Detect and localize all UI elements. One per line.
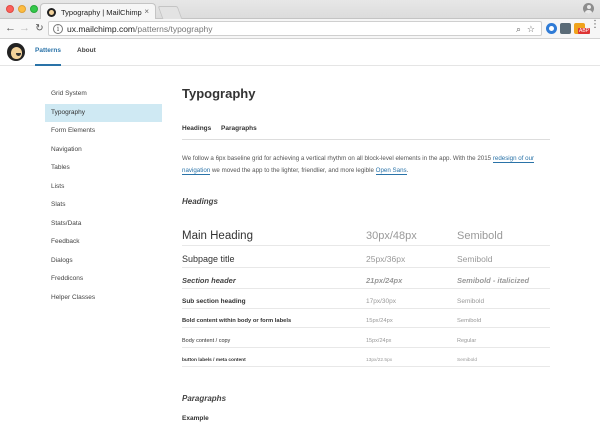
sidebar-item-freddicons[interactable]: Freddicons xyxy=(45,270,162,289)
sidebar-item-feedback[interactable]: Feedback xyxy=(45,233,162,252)
intro-text: we moved the app to the lighter, friendl… xyxy=(210,166,376,174)
back-arrow-icon[interactable]: ← xyxy=(4,22,17,35)
style-name: Subpage title xyxy=(182,254,235,264)
content-tabs: Headings Paragraphs xyxy=(182,125,550,140)
extension-icon[interactable] xyxy=(560,23,571,34)
sidebar: Grid System Typography Form Elements Nav… xyxy=(45,85,162,307)
style-size: 13px/22.5px xyxy=(366,358,393,363)
sidebar-item-typography[interactable]: Typography xyxy=(45,103,162,122)
style-name: button labels / meta content xyxy=(182,358,246,363)
table-row: button labels / meta content 13px/22.5px… xyxy=(182,348,550,367)
extension-icon[interactable] xyxy=(546,23,557,34)
close-tab-icon[interactable]: × xyxy=(144,8,149,16)
url-text[interactable]: ux.mailchimp.com/patterns/typography xyxy=(67,23,213,35)
style-weight: Regular xyxy=(457,338,477,344)
nav-patterns[interactable]: Patterns xyxy=(35,40,62,66)
site-header: Patterns About xyxy=(0,40,600,66)
style-size: 21px/24px xyxy=(366,276,403,285)
forward-arrow-icon[interactable]: → xyxy=(18,22,31,35)
browser-tab-bar: Typography | MailChimp × xyxy=(0,0,600,20)
style-name: Sub section heading xyxy=(182,298,246,305)
intro-text: We follow a 6px baseline grid for achiev… xyxy=(182,155,493,162)
sidebar-item-navigation[interactable]: Navigation xyxy=(45,141,162,160)
paragraphs-section-title: Paragraphs xyxy=(182,394,227,403)
bookmark-star-icon[interactable]: ☆ xyxy=(527,23,535,35)
extension-badge: ABP xyxy=(578,28,591,34)
profile-icon[interactable] xyxy=(583,3,594,14)
browser-toolbar: ← → ↻ i ux.mailchimp.com/patterns/typogr… xyxy=(0,19,600,39)
style-weight: Semibold xyxy=(457,298,485,305)
open-sans-link[interactable]: Open Sans xyxy=(375,166,407,175)
sidebar-item-helper-classes[interactable]: Helper Classes xyxy=(45,289,162,308)
browser-menu-icon[interactable]: ⋮ xyxy=(590,20,600,35)
sidebar-item-lists[interactable]: Lists xyxy=(45,178,162,197)
table-row: Bold content within body or form labels … xyxy=(182,309,550,328)
browser-tab[interactable]: Typography | MailChimp × xyxy=(40,3,156,20)
sidebar-item-slats[interactable]: Slats xyxy=(45,196,162,215)
style-weight: Semibold xyxy=(457,230,503,242)
table-row: Subpage title 25px/36px Semibold xyxy=(182,246,550,268)
style-weight: Semibold - italicized xyxy=(457,276,530,285)
sidebar-item-stats-data[interactable]: Stats/Data xyxy=(45,215,162,234)
style-weight: Semibold xyxy=(457,318,482,324)
maximize-window-button[interactable] xyxy=(30,5,38,13)
mailchimp-favicon-icon xyxy=(47,7,56,17)
page-title: Typography xyxy=(182,86,256,101)
nav-about[interactable]: About xyxy=(77,40,96,66)
tab-headings[interactable]: Headings xyxy=(182,125,211,132)
info-icon[interactable]: i xyxy=(53,24,63,34)
style-name: Main Heading xyxy=(182,230,253,242)
zoom-icon[interactable]: ⌕ xyxy=(516,23,521,35)
style-weight: Semibold xyxy=(457,254,493,264)
intro-text: . xyxy=(406,166,409,174)
url-path: /patterns/typography xyxy=(135,24,213,34)
reload-icon[interactable]: ↻ xyxy=(33,22,46,35)
minimize-window-button[interactable] xyxy=(18,5,26,13)
table-row: Main Heading 30px/48px Semibold xyxy=(182,219,550,246)
tab-paragraphs[interactable]: Paragraphs xyxy=(221,125,257,132)
example-label: Example xyxy=(182,415,209,422)
sidebar-item-form-elements[interactable]: Form Elements xyxy=(45,122,162,141)
mailchimp-logo-icon[interactable] xyxy=(7,43,25,61)
table-row: Section header 21px/24px Semibold - ital… xyxy=(182,268,550,289)
url-host: ux.mailchimp.com xyxy=(67,24,136,34)
adblock-extension-icon[interactable]: ABP xyxy=(574,23,591,34)
style-name: Body content / copy xyxy=(182,338,231,344)
type-scale-table: Main Heading 30px/48px Semibold Subpage … xyxy=(182,219,550,367)
sidebar-item-tables[interactable]: Tables xyxy=(45,159,162,178)
table-row: Body content / copy 15px/24px Regular xyxy=(182,328,550,348)
style-name: Section header xyxy=(182,276,236,285)
style-weight: Semibold xyxy=(457,358,477,363)
table-row: Sub section heading 17px/30px Semibold xyxy=(182,289,550,309)
headings-section-title: Headings xyxy=(182,197,219,206)
address-bar[interactable]: i ux.mailchimp.com/patterns/typography ⌕… xyxy=(48,21,542,36)
style-size: 15px/24px xyxy=(366,318,393,324)
style-size: 30px/48px xyxy=(366,230,417,242)
style-name: Bold content within body or form labels xyxy=(182,318,292,324)
style-size: 17px/30px xyxy=(366,298,396,305)
top-navigation: Patterns About xyxy=(35,40,112,66)
new-tab-button[interactable] xyxy=(157,6,183,19)
style-size: 15px/24px xyxy=(366,338,392,344)
intro-paragraph: We follow a 6px baseline grid for achiev… xyxy=(182,153,550,176)
sidebar-item-grid-system[interactable]: Grid System xyxy=(45,85,162,104)
tab-title: Typography | MailChimp xyxy=(61,7,142,17)
style-size: 25px/36px xyxy=(366,254,406,264)
close-window-button[interactable] xyxy=(6,5,14,13)
sidebar-item-dialogs[interactable]: Dialogs xyxy=(45,252,162,271)
